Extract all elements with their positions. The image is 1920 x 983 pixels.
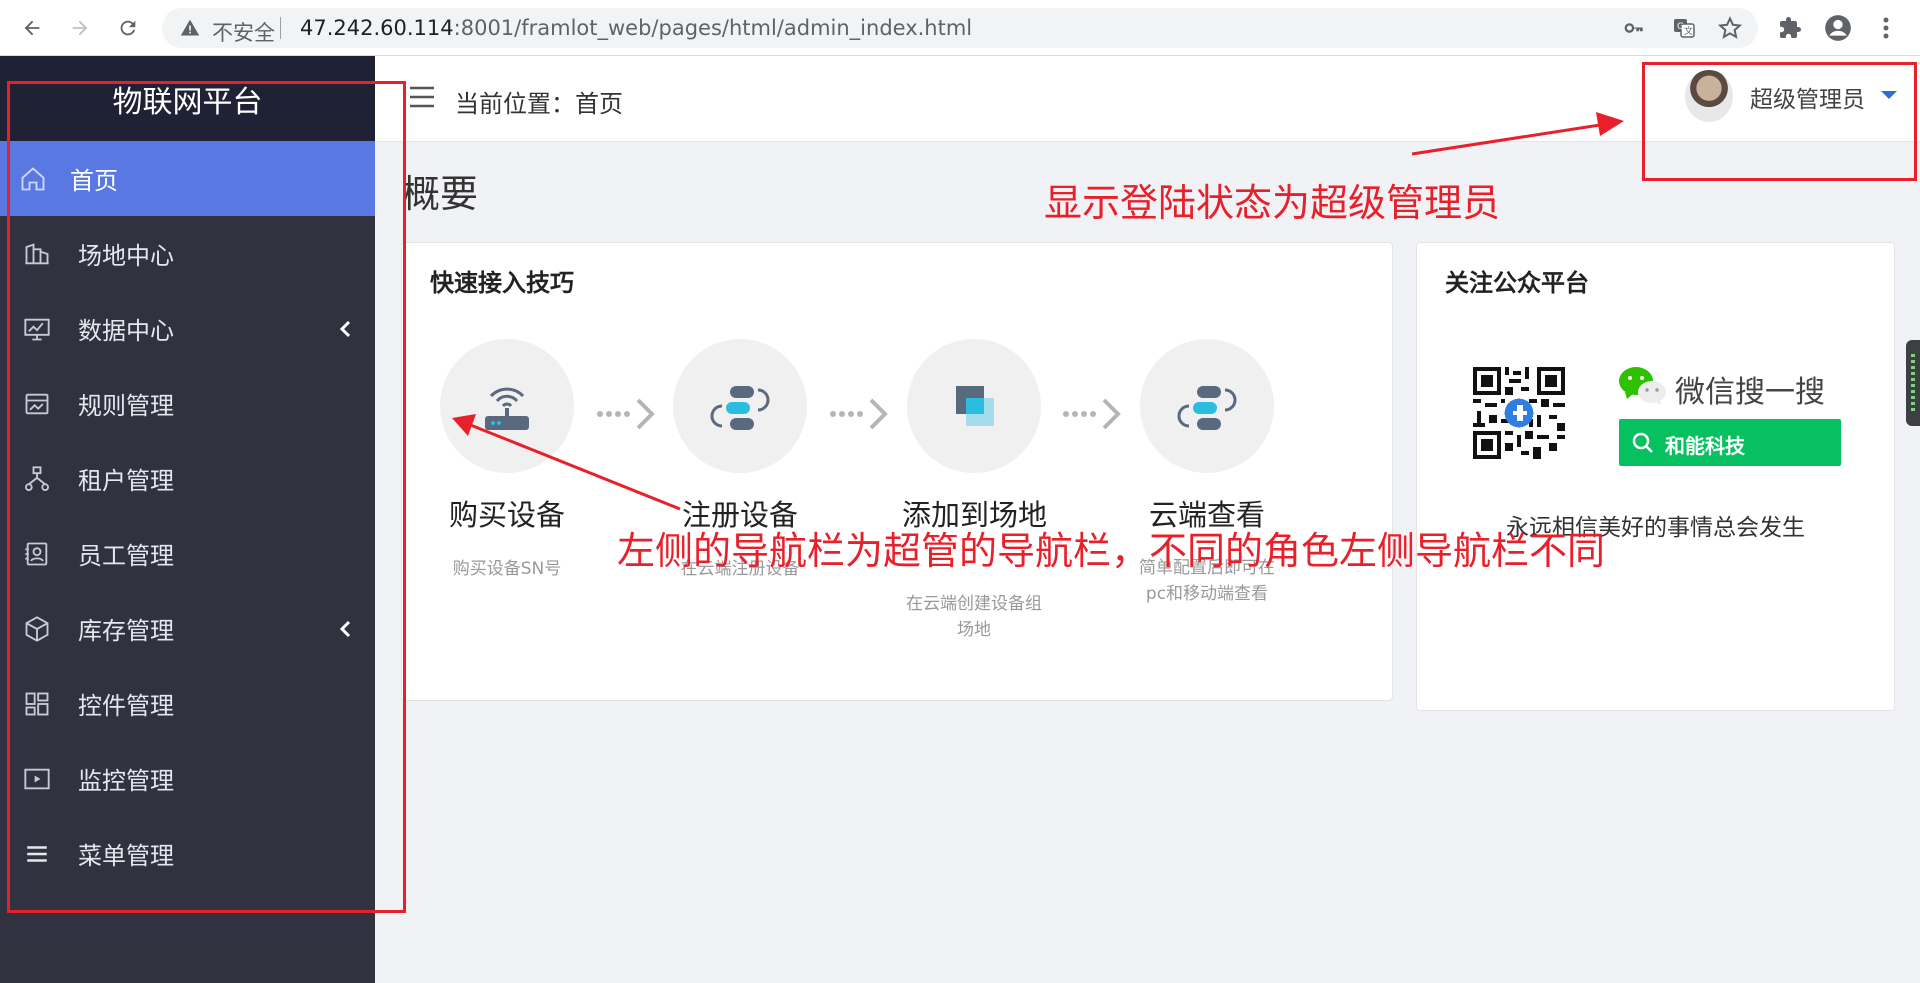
reload-icon (120, 20, 136, 36)
step-desc: 购买设备SN号 (452, 559, 562, 579)
wechat-search-button[interactable]: 和能科技 (1619, 419, 1841, 466)
browser-menu-icon[interactable] (1872, 14, 1900, 42)
step-circle-add (907, 339, 1041, 473)
card-title: 快速接入技巧 (430, 269, 574, 297)
dotted-arrow-icon (830, 398, 888, 430)
url-host: 47.242.60.114 (300, 16, 454, 40)
translate-icon[interactable]: G文 (1672, 16, 1696, 40)
router-icon (485, 387, 529, 430)
insecure-label: 不安全 (212, 21, 275, 45)
forward-button[interactable] (64, 12, 96, 44)
step-circle-cloud (1140, 339, 1274, 473)
svg-text:文: 文 (1684, 25, 1693, 37)
step-desc: 在云端创建设备组场地 (906, 594, 1042, 640)
url-text: 47.242.60.114:8001/framlot_web/pages/htm… (300, 16, 972, 40)
warning-icon (180, 19, 200, 36)
browser-toolbar: 不安全 47.242.60.114:8001/framlot_web/pages… (0, 0, 1920, 56)
svg-text:G: G (1677, 22, 1684, 32)
breadcrumb: 当前位置：首页 (455, 90, 623, 118)
annotation-box-user (1642, 62, 1917, 181)
cloud-view-icon (1177, 386, 1237, 430)
wechat-search-label: 微信搜一搜 (1675, 375, 1825, 410)
step-circle-buy (440, 339, 574, 473)
search-icon (1632, 432, 1653, 453)
annotation-login-status: 显示登陆状态为超级管理员 (1044, 181, 1501, 225)
card-title: 关注公众平台 (1445, 269, 1589, 297)
layers-icon (956, 386, 994, 426)
key-icon[interactable] (1622, 16, 1646, 40)
bookmark-star-icon[interactable] (1718, 16, 1742, 40)
reload-button[interactable] (112, 12, 144, 44)
wechat-icon (1619, 367, 1666, 405)
step-circle-register (673, 339, 807, 473)
address-bar[interactable]: 不安全 47.242.60.114:8001/framlot_web/pages… (162, 8, 1758, 48)
qr-code-icon[interactable] (1473, 367, 1565, 459)
annotation-box-sidebar (7, 81, 406, 913)
hamburger-menu-icon[interactable] (409, 86, 435, 108)
extensions-icon[interactable] (1776, 14, 1804, 42)
back-button[interactable] (16, 12, 48, 44)
step-title: 购买设备 (448, 498, 565, 532)
follow-platform-card: 关注公众平台 (1416, 242, 1895, 711)
profile-icon[interactable] (1824, 14, 1852, 42)
dotted-arrow-icon (597, 398, 655, 430)
annotation-sidebar-note: 左侧的导航栏为超管的导航栏，不同的角色左侧导航栏不同 (617, 529, 1606, 573)
page-title: 概要 (402, 172, 479, 216)
side-panel-tab[interactable] (1906, 340, 1920, 426)
url-path: :8001/framlot_web/pages/html/admin_index… (453, 16, 973, 40)
link-register-icon (710, 386, 770, 430)
omnibox-divider (280, 17, 281, 39)
wechat-search-text: 和能科技 (1665, 434, 1745, 458)
quick-access-card: 快速接入技巧 (401, 242, 1393, 701)
arrow-left-icon (24, 20, 40, 36)
arrow-right-icon (72, 20, 88, 36)
dotted-arrow-icon (1063, 398, 1121, 430)
